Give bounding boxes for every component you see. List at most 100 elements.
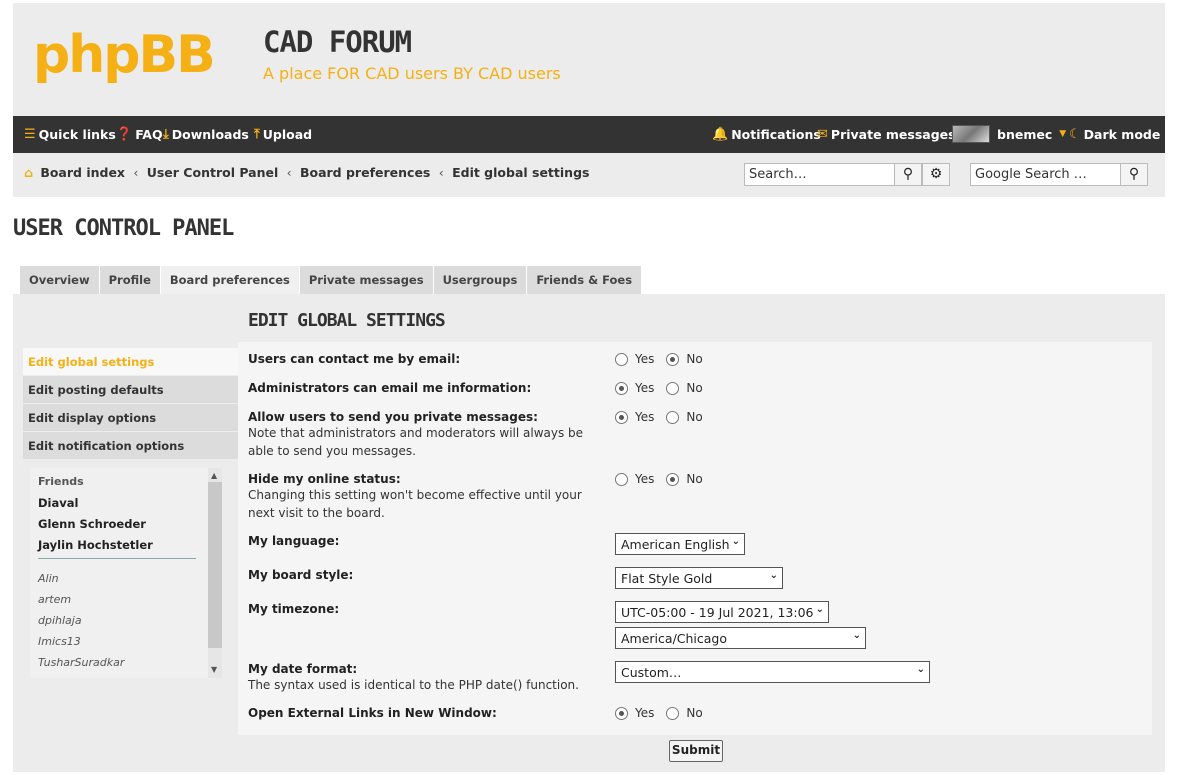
site-description: A place FOR CAD users BY CAD users: [263, 64, 561, 83]
tab-friends-foes[interactable]: Friends & Foes: [527, 266, 643, 294]
notifications-label: Notifications: [731, 127, 821, 142]
upload-link[interactable]: ⤒ Upload: [254, 127, 312, 142]
phpbb-logo[interactable]: phpBB: [33, 15, 216, 95]
friend-online[interactable]: Diaval: [38, 496, 78, 510]
scrollbar-thumb[interactable]: [208, 482, 222, 648]
breadcrumb-bar: ⌂ Board index ‹ User Control Panel ‹ Boa…: [13, 153, 1165, 197]
friend-offline[interactable]: Imics13: [38, 635, 81, 648]
avatar: [952, 125, 990, 143]
caret-down-icon: ▼: [1059, 129, 1067, 139]
radio-group: Yes No: [615, 352, 703, 366]
main-navbar: ☰ Quick links ❓ FAQ ⤓ Downloads ⤒ Upload…: [13, 116, 1165, 153]
crumb-board-index[interactable]: Board index: [40, 165, 125, 180]
language-select[interactable]: American English ⌄: [615, 533, 745, 555]
moon-icon: ☾: [1069, 127, 1081, 142]
submit-button[interactable]: Submit: [669, 740, 723, 762]
crumb-ucp[interactable]: User Control Panel: [147, 165, 279, 180]
radio-yes[interactable]: [615, 381, 628, 395]
friends-header: Friends: [38, 475, 84, 488]
home-icon: ⌂: [24, 165, 33, 180]
tab-private-messages[interactable]: Private messages: [299, 266, 434, 294]
radio-no[interactable]: [666, 352, 680, 366]
friend-online[interactable]: Jaylin Hochstetler: [38, 538, 153, 552]
crumb-separator: ‹: [286, 165, 292, 180]
friend-offline[interactable]: TusharSuradkar: [38, 656, 124, 669]
radio-no-label: No: [686, 352, 703, 366]
site-title[interactable]: CAD FORUM: [263, 25, 412, 59]
private-messages-label: Private messages: [830, 127, 956, 142]
private-messages-link[interactable]: ✉ Private messages: [817, 127, 956, 142]
style-select[interactable]: Flat Style Gold ⌄: [615, 567, 783, 589]
setting-explain: Changing this setting won't become effec…: [248, 488, 582, 520]
radio-no[interactable]: [666, 706, 680, 720]
friend-offline[interactable]: dpihlaja: [38, 614, 82, 627]
timezone-date-select[interactable]: UTC-05:00 - 19 Jul 2021, 13:06 ⌄: [615, 601, 829, 623]
site-header: phpBB CAD FORUM A place FOR CAD users BY…: [13, 3, 1165, 116]
dark-mode-label: Dark mode: [1083, 127, 1161, 142]
tab-overview[interactable]: Overview: [20, 266, 100, 294]
scroll-up-icon[interactable]: ▲: [211, 471, 217, 480]
downloads-link[interactable]: ⤓ Downloads: [163, 127, 249, 142]
date-format-value: Custom…: [621, 665, 682, 680]
radio-group: Yes No: [615, 410, 703, 424]
advanced-search-button[interactable]: ⚙: [922, 163, 950, 186]
radio-yes-label: Yes: [635, 472, 655, 486]
setting-explain: Note that administrators and moderators …: [248, 426, 584, 458]
faq-link[interactable]: ❓ FAQ: [116, 127, 163, 142]
side-item-edit-global[interactable]: Edit global settings: [23, 348, 238, 375]
side-item-display-options[interactable]: Edit display options: [23, 404, 238, 431]
radio-yes[interactable]: [615, 472, 628, 486]
side-item-notification-options[interactable]: Edit notification options: [23, 432, 238, 459]
setting-contact-email: Users can contact me by email: Yes No: [248, 352, 1138, 366]
radio-no-label: No: [686, 381, 703, 395]
crumb-separator: ‹: [438, 165, 444, 180]
crumb-edit-global[interactable]: Edit global settings: [452, 165, 589, 180]
side-item-posting-defaults[interactable]: Edit posting defaults: [23, 376, 238, 403]
user-menu[interactable]: bnemec ▼: [952, 125, 1066, 143]
radio-yes[interactable]: [615, 352, 628, 366]
breadcrumb: ⌂ Board index ‹ User Control Panel ‹ Boa…: [24, 165, 589, 180]
friend-online[interactable]: Glenn Schroeder: [38, 517, 146, 531]
quick-links-label: Quick links: [38, 127, 116, 142]
radio-yes-label: Yes: [635, 706, 655, 720]
search-button[interactable]: ⚲: [894, 163, 922, 186]
gear-icon: ⚙: [929, 166, 943, 182]
friend-offline[interactable]: artem: [38, 593, 71, 606]
menu-icon: ☰: [24, 127, 36, 142]
radio-no[interactable]: [666, 381, 680, 395]
radio-yes[interactable]: [615, 706, 628, 720]
tab-board-preferences[interactable]: Board preferences: [160, 266, 300, 296]
google-search-input[interactable]: Google Search …: [970, 163, 1121, 186]
chevron-down-icon: ⌄: [731, 536, 740, 547]
radio-yes[interactable]: [615, 410, 628, 424]
radio-yes-label: Yes: [635, 410, 655, 424]
search-input[interactable]: Search…: [744, 163, 895, 186]
friend-offline[interactable]: Alin: [38, 572, 59, 585]
radio-no-label: No: [686, 472, 703, 486]
side-menu: Edit global settings Edit posting defaul…: [23, 348, 238, 460]
timezone-zone-select[interactable]: America/Chicago ⌄: [615, 627, 866, 649]
setting-explain: The syntax used is identical to the PHP …: [248, 678, 579, 692]
settings-form: Users can contact me by email: Yes No Ad…: [238, 342, 1152, 735]
radio-no[interactable]: [666, 410, 680, 424]
radio-no-label: No: [686, 706, 703, 720]
notifications-link[interactable]: 🔔 Notifications: [712, 127, 821, 142]
setting-external-links: Open External Links in New Window: Yes N…: [248, 706, 1138, 720]
language-value: American English: [621, 537, 730, 552]
upload-icon: ⤒: [254, 127, 260, 142]
chevron-down-icon: ⌄: [769, 570, 778, 581]
inbox-icon: ✉: [817, 127, 828, 142]
google-search-button[interactable]: ⚲: [1120, 163, 1148, 186]
scroll-down-icon[interactable]: ▼: [211, 665, 217, 674]
radio-no[interactable]: [666, 472, 680, 486]
dark-mode-toggle[interactable]: ☾ Dark mode: [1069, 127, 1160, 142]
setting-allow-pm: Allow users to send you private messages…: [248, 410, 1138, 460]
quick-links-button[interactable]: ☰ Quick links: [24, 127, 116, 142]
friends-list: Friends Diaval Glenn Schroeder Jaylin Ho…: [30, 468, 222, 678]
date-format-select[interactable]: Custom… ⌄: [615, 661, 930, 683]
tab-usergroups[interactable]: Usergroups: [433, 266, 528, 294]
bell-icon: 🔔: [712, 127, 729, 142]
crumb-board-preferences[interactable]: Board preferences: [300, 165, 430, 180]
tab-profile[interactable]: Profile: [99, 266, 161, 294]
radio-no-label: No: [686, 410, 703, 424]
